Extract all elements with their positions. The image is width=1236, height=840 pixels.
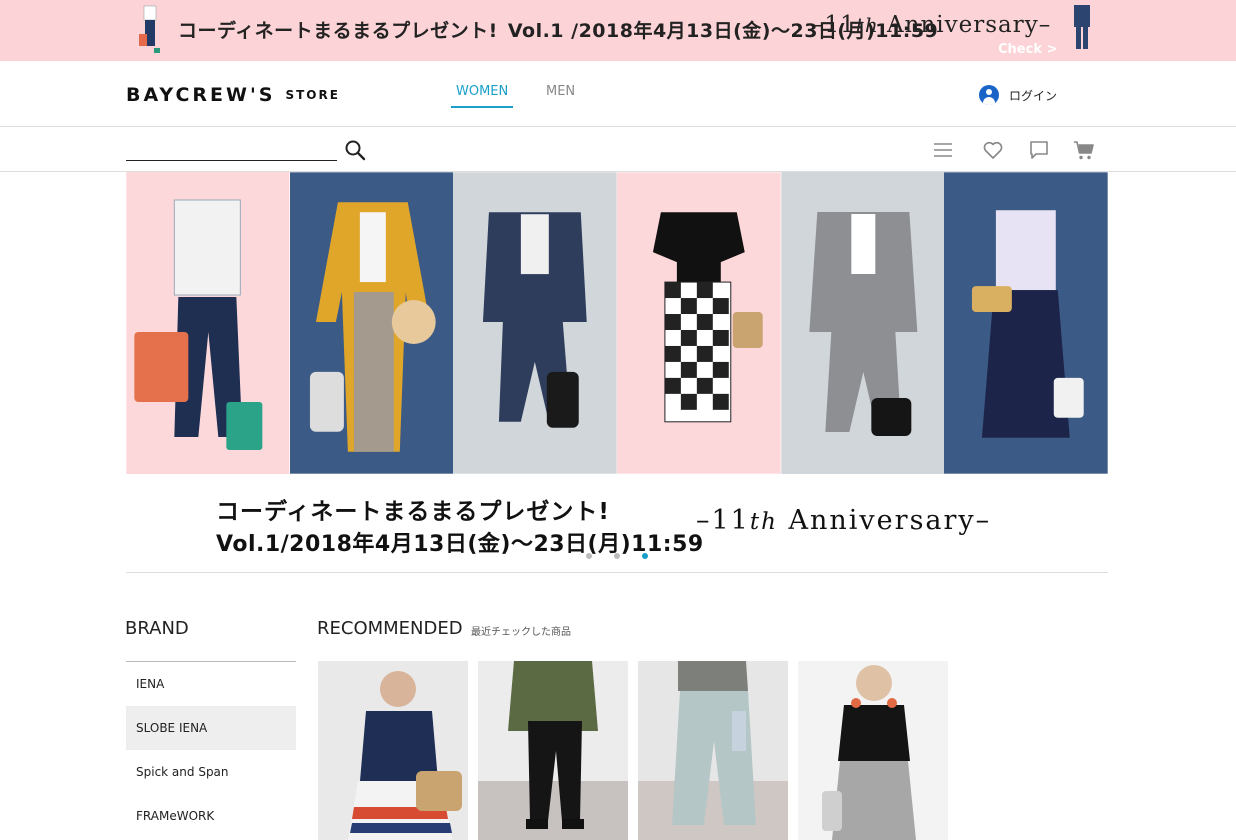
hero-title: コーディネートまるまるプレゼント! bbox=[216, 499, 610, 525]
hero-panel-6[interactable] bbox=[944, 172, 1109, 474]
product-card-3[interactable] bbox=[638, 661, 788, 840]
site-header: BAYCREW'S STORE WOMEN MEN ログイン bbox=[0, 61, 1236, 127]
hero-panel-4[interactable] bbox=[617, 172, 781, 474]
tab-women[interactable]: WOMEN bbox=[451, 84, 514, 108]
brand-item-slobe-iena[interactable]: SLOBE IENA bbox=[126, 706, 296, 750]
hero-panel-3[interactable] bbox=[453, 172, 618, 474]
carousel-dot-2[interactable] bbox=[614, 553, 620, 559]
brand-heading: BRAND bbox=[125, 618, 189, 639]
search-bar bbox=[0, 127, 1236, 172]
outfit-image bbox=[453, 172, 618, 474]
tab-men[interactable]: MEN bbox=[541, 84, 580, 106]
divider bbox=[126, 572, 1108, 573]
search-input[interactable] bbox=[126, 139, 337, 161]
hero-panel-2[interactable] bbox=[289, 172, 454, 474]
hero-panel-5[interactable] bbox=[781, 172, 945, 474]
product-image bbox=[478, 661, 628, 840]
carousel-dot-3[interactable] bbox=[642, 553, 648, 559]
outfit-image bbox=[126, 172, 290, 474]
outfit-image bbox=[781, 172, 945, 474]
login-label: ログイン bbox=[1009, 88, 1058, 103]
product-card-4[interactable] bbox=[798, 661, 948, 840]
brand-item-iena[interactable]: IENA bbox=[126, 662, 296, 706]
recommended-heading: RECOMMENDED bbox=[317, 618, 463, 639]
heart-icon[interactable] bbox=[981, 138, 1005, 162]
product-card-2[interactable] bbox=[478, 661, 628, 840]
carousel-dots bbox=[586, 553, 648, 559]
site-logo[interactable]: BAYCREW'S STORE bbox=[126, 84, 340, 106]
brand-item-framework[interactable]: FRAMeWORK bbox=[126, 794, 296, 838]
hero-carousel[interactable] bbox=[126, 172, 1109, 474]
menu-icon[interactable] bbox=[931, 138, 955, 162]
product-card-1[interactable] bbox=[318, 661, 468, 840]
recommended-subtitle: 最近チェックした商品 bbox=[471, 627, 571, 638]
promo-anniversary: –11th Anniversary– bbox=[812, 12, 1052, 38]
product-image bbox=[638, 661, 788, 840]
product-image bbox=[318, 661, 468, 840]
promo-check-link[interactable]: Check > bbox=[998, 42, 1057, 57]
login-link[interactable]: ログイン bbox=[979, 85, 1057, 105]
brand-list: IENA SLOBE IENA Spick and Span FRAMeWORK bbox=[126, 661, 296, 838]
cart-icon[interactable] bbox=[1072, 138, 1096, 162]
user-icon bbox=[979, 85, 999, 105]
hero-anniversary: –11th Anniversary– bbox=[696, 505, 992, 536]
search-icon[interactable] bbox=[344, 139, 366, 161]
outfit-image bbox=[289, 172, 454, 474]
carousel-dot-1[interactable] bbox=[586, 553, 592, 559]
hero-panel-1[interactable] bbox=[126, 172, 290, 474]
outfit-image bbox=[944, 172, 1109, 474]
brand-item-spick-and-span[interactable]: Spick and Span bbox=[126, 750, 296, 794]
chat-icon[interactable] bbox=[1027, 138, 1051, 162]
promo-banner[interactable]: コーディネートまるまるプレゼント! Vol.1 /2018年4月13日(金)〜23… bbox=[0, 0, 1236, 61]
suit-figure-icon bbox=[1074, 5, 1090, 49]
product-image bbox=[798, 661, 948, 840]
outfit-figure-icon bbox=[139, 5, 160, 53]
outfit-image bbox=[617, 172, 781, 474]
